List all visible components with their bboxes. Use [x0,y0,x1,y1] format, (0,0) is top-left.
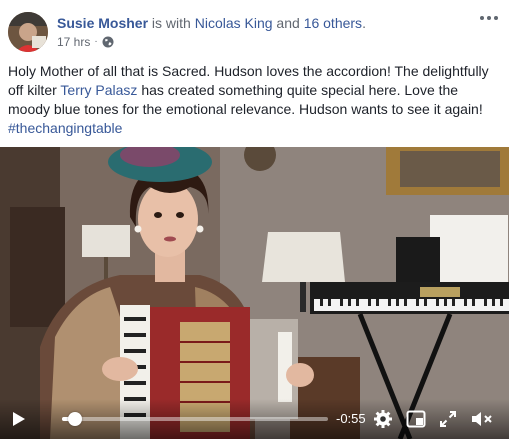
others-link[interactable]: 16 others [304,15,362,31]
meta-separator: · [94,36,98,47]
mentioned-person-link[interactable]: Terry Palasz [60,82,137,98]
header-period: . [362,15,366,31]
globe-icon[interactable] [102,36,114,48]
facebook-post: Susie Mosher is with Nicolas King and 16… [0,0,509,439]
author-avatar[interactable] [8,12,48,52]
hashtag-link[interactable]: #thechangingtable [8,120,122,136]
post-meta: 17 hrs · [57,34,114,50]
progress-scrubber[interactable] [68,412,83,426]
muted-speaker-icon[interactable] [469,408,495,430]
gear-icon[interactable] [372,408,394,430]
video-player[interactable]: -0:55 [0,147,509,439]
tagged-person-link[interactable]: Nicolas King [195,15,273,31]
timestamp-link[interactable]: 17 hrs [57,34,90,50]
with-text: is with [148,15,195,31]
video-frame [0,147,509,439]
fullscreen-icon[interactable] [437,408,459,430]
picture-in-picture-icon[interactable] [405,408,427,430]
video-progress-bar[interactable] [62,412,328,426]
and-text: and [272,15,304,31]
more-options-icon[interactable] [477,8,501,28]
author-name-link[interactable]: Susie Mosher [57,15,148,31]
time-remaining: -0:55 [336,411,366,426]
play-icon[interactable] [8,409,28,429]
video-controls: -0:55 [0,399,509,439]
post-header: Susie Mosher is with Nicolas King and 16… [57,14,366,32]
post-message: Holy Mother of all that is Sacred. Hudso… [8,62,503,138]
